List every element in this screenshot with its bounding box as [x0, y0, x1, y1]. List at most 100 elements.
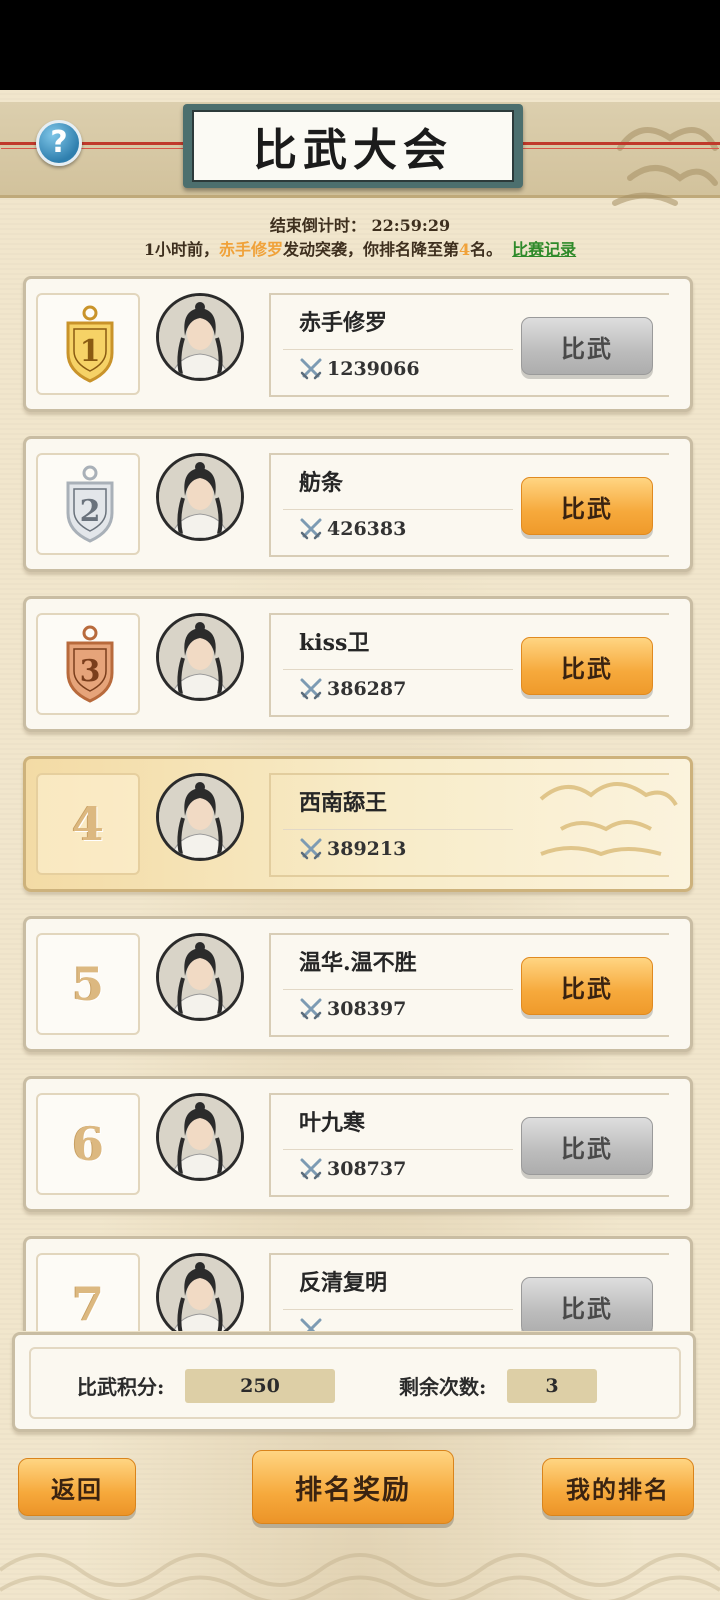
player-info: 温华.温不胜 308397 比武: [269, 933, 669, 1037]
silver-medal-icon: 2: [66, 465, 114, 543]
combat-power-value: 308397: [327, 998, 407, 1020]
combat-power: [299, 1317, 327, 1331]
rank-number: 4: [71, 797, 104, 851]
challenge-button[interactable]: 比武: [521, 1117, 653, 1175]
page-title: 比武大会: [192, 110, 514, 182]
combat-power: 308737: [299, 1157, 406, 1181]
rank-row: 5 温华.温不胜 308397 比武: [23, 916, 693, 1052]
rank-badge-box: 2: [36, 453, 140, 555]
divider: [283, 349, 513, 350]
player-info: kiss卫 386287 比武: [269, 613, 669, 717]
my-rank-button[interactable]: 我的排名: [542, 1458, 694, 1516]
crossed-swords-icon: [300, 838, 322, 860]
combat-power: 426383: [299, 517, 406, 541]
rank-badge-box: 1: [36, 293, 140, 395]
tournament-screen: ? 比武大会 结束倒计时： 22:59:29 1小时前，赤手修罗发动突袭，你排名…: [0, 90, 720, 1600]
bronze-medal-icon: 3: [66, 625, 114, 703]
player-portrait-icon: [159, 1096, 241, 1178]
crossed-swords-icon: [300, 1158, 322, 1180]
notice-suffix: 名。: [470, 240, 503, 259]
player-portrait-icon: [159, 616, 241, 698]
divider: [283, 989, 513, 990]
avatar[interactable]: [156, 613, 244, 701]
player-info: 赤手修罗 1239066 比武: [269, 293, 669, 397]
avatar[interactable]: [156, 293, 244, 381]
notice-rank: 4: [459, 240, 471, 259]
rank-badge-box: 4: [36, 773, 140, 875]
red-rope-right: [510, 142, 720, 145]
player-info: 叶九寒 308737 比武: [269, 1093, 669, 1197]
player-name: 反清复明: [299, 1270, 388, 1296]
score-panel-inner: 比武积分: 250 剩余次数: 3: [29, 1347, 681, 1419]
crossed-swords-icon: [300, 358, 322, 380]
ranking-list[interactable]: 1 赤手修罗 1239066 比武 2 舫条 426383 比武 3 kiss卫 386287 比武 4…: [0, 276, 720, 1331]
combat-power-value: 1239066: [327, 358, 420, 380]
wave-decoration-icon: [0, 1553, 720, 1600]
notice-attacker: 赤手修罗: [218, 240, 283, 259]
player-name: 温华.温不胜: [299, 950, 417, 976]
rank-row: 1 赤手修罗 1239066 比武: [23, 276, 693, 412]
rank-badge-box: 3: [36, 613, 140, 715]
help-button[interactable]: ?: [36, 120, 82, 166]
challenge-button[interactable]: 比武: [521, 317, 653, 375]
rank-badge-box: 6: [36, 1093, 140, 1195]
combat-power: 308397: [299, 997, 406, 1021]
help-icon: ?: [50, 125, 68, 160]
rank-badge-box: 7: [36, 1253, 140, 1331]
player-portrait-icon: [159, 456, 241, 538]
combat-power-value: 386287: [327, 678, 407, 700]
match-record-link[interactable]: 比赛记录: [512, 240, 576, 259]
challenge-button[interactable]: 比武: [521, 477, 653, 535]
points-label: 比武积分:: [77, 1375, 165, 1399]
rank-row: 3 kiss卫 386287 比武: [23, 596, 693, 732]
player-portrait-icon: [159, 1256, 241, 1331]
red-rope-left: [0, 142, 195, 145]
rank-row: 7 反清复明 比武: [23, 1236, 693, 1331]
avatar[interactable]: [156, 773, 244, 861]
title-plate: 比武大会: [183, 104, 523, 188]
rank-row: 4 西南舔王 389213: [23, 756, 693, 892]
avatar[interactable]: [156, 1253, 244, 1331]
avatar[interactable]: [156, 453, 244, 541]
score-panel: 比武积分: 250 剩余次数: 3: [12, 1332, 696, 1432]
divider: [283, 829, 513, 830]
player-name: kiss卫: [299, 630, 370, 656]
medal-rank-number: 3: [80, 654, 101, 689]
combat-power-value: 389213: [327, 838, 407, 860]
player-info: 舫条 426383 比武: [269, 453, 669, 557]
rank-badge-box: 5: [36, 933, 140, 1035]
crossed-swords-icon: [300, 678, 322, 700]
combat-power: 386287: [299, 677, 406, 701]
cloud-decoration-icon: [612, 127, 718, 206]
crossed-swords-icon: [300, 518, 322, 540]
remaining-label: 剩余次数:: [399, 1375, 487, 1399]
challenge-button[interactable]: 比武: [521, 957, 653, 1015]
divider: [283, 1149, 513, 1150]
player-portrait-icon: [159, 296, 241, 378]
crossed-swords-icon: [300, 998, 322, 1020]
player-portrait-icon: [159, 776, 241, 858]
combat-power: 1239066: [299, 357, 420, 381]
back-button[interactable]: 返回: [18, 1458, 136, 1516]
rank-row: 6 叶九寒 308737 比武: [23, 1076, 693, 1212]
remaining-value: 3: [507, 1369, 597, 1403]
challenge-button[interactable]: 比武: [521, 637, 653, 695]
crossed-swords-icon: [300, 1318, 322, 1331]
divider: [283, 1309, 513, 1310]
status-bar: [0, 0, 720, 90]
avatar[interactable]: [156, 1093, 244, 1181]
divider: [283, 669, 513, 670]
player-info: 反清复明 比武: [269, 1253, 669, 1331]
challenge-button[interactable]: 比武: [521, 1277, 653, 1331]
rank-number: 7: [71, 1277, 104, 1331]
player-name: 西南舔王: [299, 790, 388, 816]
notice-prefix: 1小时前，: [143, 240, 219, 259]
combat-power-value: 426383: [327, 518, 407, 540]
medal-rank-number: 2: [80, 494, 101, 529]
player-name: 舫条: [299, 470, 344, 496]
combat-power-value: 308737: [327, 1158, 407, 1180]
player-name: 叶九寒: [299, 1110, 366, 1136]
notice-mid: 发动突袭，你排名降至第: [282, 240, 459, 259]
rank-number: 6: [71, 1117, 104, 1171]
avatar[interactable]: [156, 933, 244, 1021]
